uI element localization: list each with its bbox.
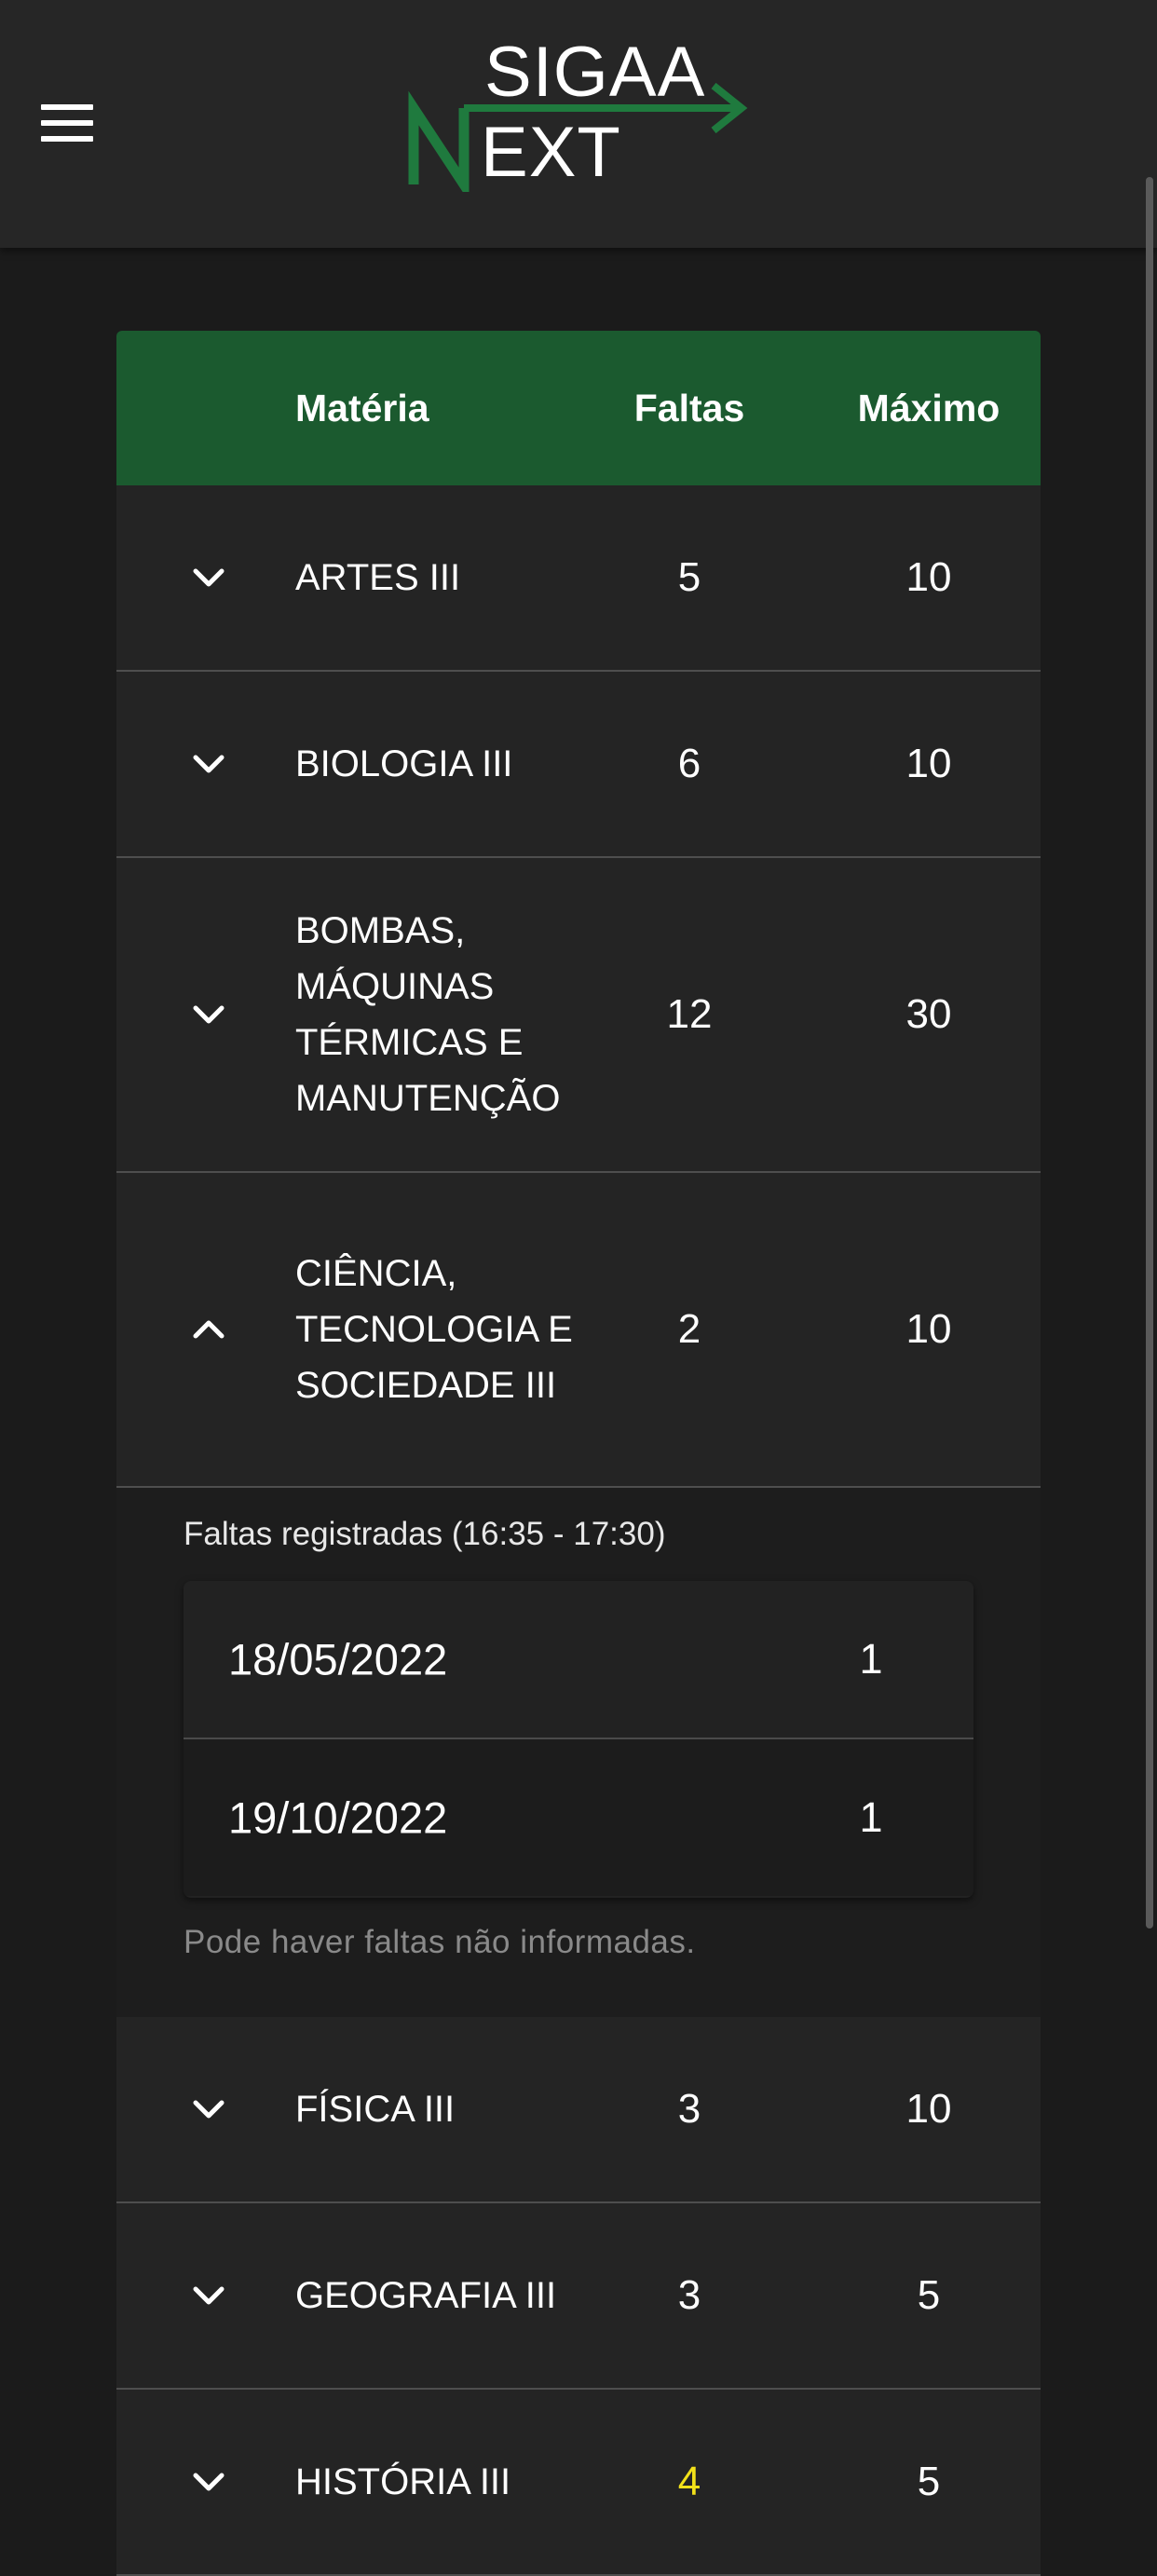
chevron-up-icon[interactable] <box>188 1309 229 1350</box>
table-row[interactable]: GEOGRAFIA III 3 5 <box>116 2203 1041 2390</box>
max-absences: 10 <box>905 741 952 786</box>
table-row[interactable]: BOMBAS, MÁQUINAS TÉRMICAS E MANUTENÇÃO 1… <box>116 858 1041 1173</box>
absences-count-warning: 4 <box>677 2459 701 2504</box>
max-absences: 5 <box>917 2459 941 2504</box>
absence-date-row: 18/05/2022 1 <box>184 1581 973 1738</box>
max-absences: 10 <box>905 1306 952 1352</box>
app-bar: SIGAA EXT <box>0 0 1157 248</box>
absences-count: 3 <box>677 2272 701 2318</box>
scrollbar[interactable] <box>1146 177 1153 1929</box>
absences-count: 5 <box>677 554 701 600</box>
app-logo: SIGAA EXT <box>406 34 760 192</box>
table-row[interactable]: ARTES III 5 10 <box>116 485 1041 672</box>
absence-note: Pode haver faltas não informadas. <box>184 1924 696 1960</box>
column-header-materia: Matéria <box>295 387 429 429</box>
chevron-down-icon[interactable] <box>188 2275 229 2316</box>
subject-name: ARTES III <box>295 557 461 598</box>
subject-name: HISTÓRIA III <box>295 2461 511 2502</box>
absence-dates-card: 18/05/2022 1 19/10/2022 1 <box>184 1581 973 1898</box>
expanded-absence-detail: Faltas registradas (16:35 - 17:30) 18/05… <box>116 1488 1041 2017</box>
table-header: Matéria Faltas Máximo <box>116 331 1041 485</box>
absence-date-count: 1 <box>859 1793 883 1841</box>
absence-date-count: 1 <box>859 1635 883 1683</box>
absences-count: 12 <box>666 991 713 1037</box>
column-header-maximo: Máximo <box>857 387 1000 429</box>
absences-count: 2 <box>677 1306 701 1352</box>
subject-name: GEOGRAFIA III <box>295 2275 557 2316</box>
attendance-table: Matéria Faltas Máximo ARTES III 5 10 BIO… <box>116 331 1041 2576</box>
max-absences: 30 <box>905 991 952 1037</box>
table-row[interactable]: HISTÓRIA III 4 5 <box>116 2390 1041 2576</box>
max-absences: 10 <box>905 2086 952 2132</box>
chevron-down-icon[interactable] <box>188 994 229 1035</box>
chevron-down-icon[interactable] <box>188 557 229 598</box>
subject-name: BIOLOGIA III <box>295 743 513 784</box>
absence-date: 18/05/2022 <box>228 1634 448 1684</box>
max-absences: 5 <box>917 2272 941 2318</box>
logo-text-ext: EXT <box>481 113 621 192</box>
absences-count: 6 <box>677 741 701 786</box>
chevron-down-icon[interactable] <box>188 2089 229 2130</box>
table-row[interactable]: CIÊNCIA, TECNOLOGIA E SOCIEDADE III 2 10 <box>116 1173 1041 1488</box>
absence-date: 19/10/2022 <box>228 1792 448 1843</box>
chevron-down-icon[interactable] <box>188 2461 229 2502</box>
table-row[interactable]: FÍSICA III 3 10 <box>116 2017 1041 2203</box>
max-absences: 10 <box>905 554 952 600</box>
chevron-down-icon[interactable] <box>188 743 229 784</box>
absence-date-row: 19/10/2022 1 <box>184 1738 973 1896</box>
subject-name: CIÊNCIA, TECNOLOGIA E SOCIEDADE III <box>295 1253 573 1406</box>
absences-count: 3 <box>677 2086 701 2132</box>
table-row[interactable]: BIOLOGIA III 6 10 <box>116 672 1041 858</box>
absence-detail-title: Faltas registradas (16:35 - 17:30) <box>184 1516 666 1552</box>
logo-text-sigaa: SIGAA <box>484 33 706 112</box>
menu-icon[interactable] <box>34 93 101 153</box>
subject-name: BOMBAS, MÁQUINAS TÉRMICAS E MANUTENÇÃO <box>295 910 561 1119</box>
subject-name: FÍSICA III <box>295 2089 456 2130</box>
column-header-faltas: Faltas <box>633 387 745 429</box>
